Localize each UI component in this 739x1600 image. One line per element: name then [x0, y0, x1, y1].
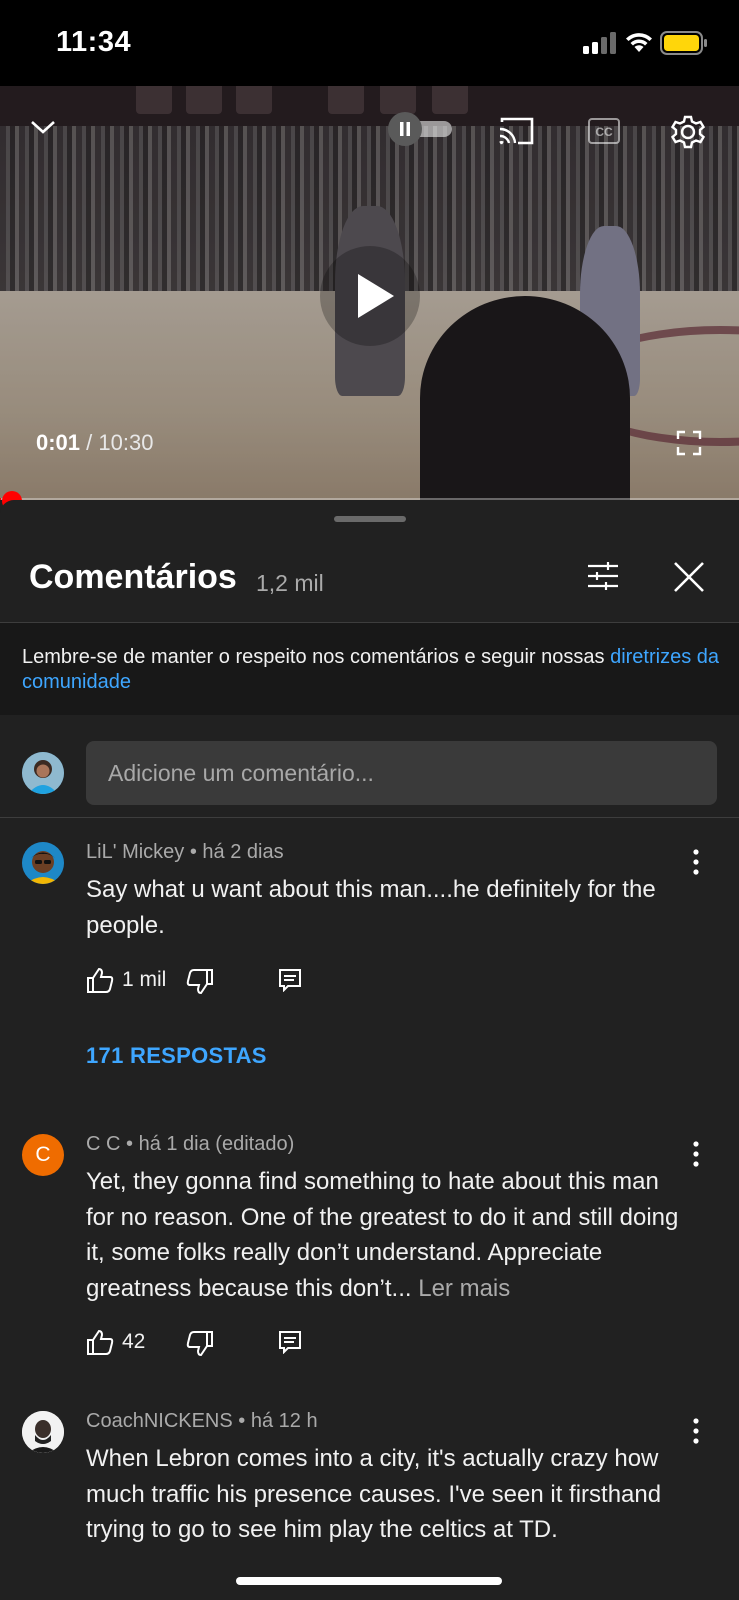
- filter-sliders-icon[interactable]: [586, 561, 620, 591]
- wifi-icon: [626, 33, 652, 52]
- chevron-down-icon[interactable]: [28, 114, 58, 138]
- reply-comment-icon[interactable]: [278, 968, 302, 992]
- comment-text: When Lebron comes into a city, it's actu…: [86, 1445, 662, 1543]
- autoplay-toggle-icon[interactable]: [388, 112, 454, 146]
- comments-title: Comentários: [29, 558, 237, 596]
- notice-text: Lembre-se de manter o respeito nos comen…: [22, 646, 611, 668]
- comment-time: há 12 h: [250, 1410, 318, 1432]
- closed-captions-icon[interactable]: CC: [588, 118, 620, 144]
- more-vert-icon[interactable]: [684, 1417, 708, 1445]
- community-notice: Lembre-se de manter o respeito nos comen…: [0, 623, 739, 715]
- home-indicator: [236, 1577, 502, 1585]
- video-duration: 10:30: [98, 430, 154, 455]
- add-comment-input[interactable]: [86, 741, 717, 805]
- comment-author[interactable]: C C: [86, 1133, 120, 1155]
- comments-panel: Comentários 1,2 mil Lembre-se de manter …: [0, 500, 739, 1600]
- current-user-avatar: [22, 752, 64, 794]
- comment-actions: 1 mil: [86, 964, 386, 996]
- thumb-down-icon[interactable]: [186, 1330, 214, 1358]
- svg-text:CC: CC: [595, 125, 613, 139]
- like-count: 42: [122, 1330, 146, 1353]
- progress-fill: [0, 498, 2, 500]
- video-player[interactable]: CC 0:01 / 10:30: [0, 86, 739, 500]
- comment-author[interactable]: CoachNICKENS: [86, 1410, 233, 1432]
- reply-comment-icon[interactable]: [278, 1330, 302, 1354]
- cast-icon[interactable]: [498, 116, 536, 146]
- avatar[interactable]: [22, 1411, 64, 1453]
- more-vert-icon[interactable]: [684, 1140, 708, 1168]
- avatar[interactable]: C: [22, 1134, 64, 1176]
- avatar-letter: C: [35, 1143, 51, 1166]
- time-separator: /: [80, 430, 99, 455]
- comment-text: Yet, they gonna find something to hate a…: [86, 1168, 679, 1302]
- status-time: 11:34: [56, 26, 132, 58]
- thumb-down-icon[interactable]: [186, 968, 214, 996]
- thumb-up-icon[interactable]: [86, 1328, 114, 1356]
- close-icon[interactable]: [672, 560, 706, 594]
- signal-icon: [583, 32, 616, 54]
- comment-time: há 2 dias: [202, 841, 284, 863]
- thumb-up-icon[interactable]: [86, 966, 114, 994]
- more-vert-icon[interactable]: [684, 848, 708, 876]
- view-replies-link[interactable]: 171 RESPOSTAS: [86, 1043, 267, 1069]
- comment-actions: 42: [86, 1326, 386, 1358]
- comment-time: há 1 dia (editado): [138, 1133, 295, 1155]
- avatar[interactable]: [22, 842, 64, 884]
- comments-count: 1,2 mil: [256, 570, 324, 596]
- play-button[interactable]: [320, 246, 420, 346]
- read-more-link[interactable]: Ler mais: [418, 1275, 510, 1302]
- status-bar: 11:34: [0, 0, 739, 86]
- settings-gear-icon[interactable]: [670, 114, 706, 150]
- battery-icon: [660, 31, 707, 55]
- current-time: 0:01: [36, 430, 81, 455]
- comment-text: Say what u want about this man....he def…: [86, 876, 656, 939]
- comment-author[interactable]: LiL' Mickey: [86, 841, 184, 863]
- video-timecode: 0:01 / 10:30: [36, 430, 153, 456]
- fullscreen-icon[interactable]: [676, 430, 702, 456]
- drag-handle[interactable]: [334, 516, 406, 522]
- play-icon: [358, 274, 394, 318]
- like-count: 1 mil: [122, 968, 167, 991]
